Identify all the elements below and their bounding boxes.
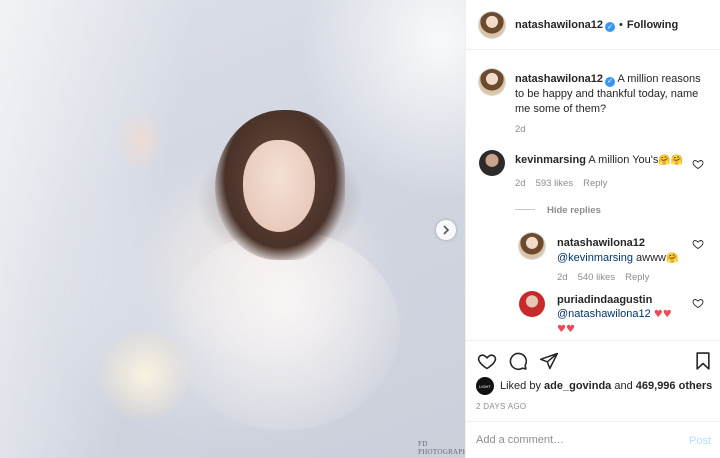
liker-avatar[interactable]: LIGHT — [476, 377, 494, 395]
verified-badge-icon: ✓ — [605, 76, 616, 87]
reply-hearts-second-line: ♥♥ — [557, 324, 575, 335]
reply-mention-link[interactable]: @natashawilona12 — [557, 308, 651, 320]
post-photo[interactable]: FD PHOTOGRAPHY — [0, 0, 465, 458]
author-username[interactable]: natashawilona12 — [515, 19, 603, 31]
header-username-line: natashawilona12 ✓ • Following — [515, 19, 678, 32]
reply-like-heart-icon[interactable] — [692, 238, 704, 250]
post-action-bar — [466, 340, 720, 375]
caption-username[interactable]: natashawilona12 — [515, 73, 603, 85]
bookmark-icon[interactable] — [693, 351, 713, 371]
likes-summary: LIGHT Liked by ade_govinda and 469,996 o… — [476, 376, 712, 396]
reply: natashawilona12 @kevinmarsing awww🤗 — [557, 236, 678, 266]
photo-watermark: FD PHOTOGRAPHY — [418, 440, 465, 456]
comment-username[interactable]: kevinmarsing — [515, 154, 586, 166]
next-photo-button[interactable] — [436, 220, 456, 240]
reply-likes[interactable]: 540 likes — [578, 272, 616, 283]
author-avatar[interactable] — [479, 12, 505, 38]
hide-replies-line — [515, 209, 535, 210]
caption: natashawilona12 ✓ A million reasons to be… — [515, 72, 710, 117]
photo-hand-area — [118, 110, 163, 170]
like-heart-icon[interactable] — [477, 351, 497, 371]
post-header: natashawilona12 ✓ • Following — [466, 0, 720, 50]
reply-mention-link[interactable]: @kevinmarsing — [557, 252, 633, 264]
post-side-panel: natashawilona12 ✓ • Following natashawilona… — [465, 0, 720, 458]
reply-author-avatar[interactable] — [519, 291, 545, 317]
comment-likes[interactable]: 593 likes — [536, 178, 574, 189]
reply-button[interactable]: Reply — [625, 272, 649, 283]
liker-username[interactable]: ade_govinda — [544, 380, 611, 392]
photo-dress-area — [170, 230, 400, 430]
add-comment-input[interactable] — [476, 430, 676, 450]
photo-lens-flare — [100, 330, 190, 420]
reply-text: awww — [636, 252, 666, 264]
photo-light-sheen-top — [300, 0, 465, 200]
reply-meta: 2d 540 likes Reply — [557, 272, 659, 283]
comment-meta: 2d 593 likes Reply — [515, 178, 617, 189]
comment-age: 2d — [515, 178, 526, 189]
reply-emoji: 🤗 — [665, 253, 679, 264]
reply-username[interactable]: natashawilona12 — [557, 237, 645, 249]
likes-middle: and — [614, 380, 633, 392]
comment-emoji: 🤗🤗 — [658, 155, 684, 166]
post-time-ago[interactable]: 2 DAYS AGO — [476, 402, 526, 411]
comment: kevinmarsing A million You's🤗🤗 — [515, 154, 683, 166]
reply-like-heart-icon[interactable] — [692, 297, 704, 309]
likes-others-count[interactable]: 469,996 others — [636, 380, 712, 392]
reply-username[interactable]: puriadindaagustin — [557, 294, 652, 306]
caption-author-avatar[interactable] — [479, 69, 505, 95]
share-paper-plane-icon[interactable] — [539, 351, 559, 371]
caption-meta: 2d — [515, 124, 536, 135]
separator-dot: • — [619, 19, 623, 31]
hide-replies-button[interactable]: Hide replies — [515, 205, 601, 216]
comment-like-heart-icon[interactable] — [692, 158, 704, 170]
reply-hearts: ♥♥ — [653, 309, 672, 320]
comment-bubble-icon[interactable] — [508, 351, 528, 371]
hide-replies-label: Hide replies — [547, 205, 601, 216]
reply: puriadindaagustin @natashawilona12 ♥♥ ♥♥ — [557, 293, 672, 337]
reply-button[interactable]: Reply — [583, 178, 607, 189]
caption-age: 2d — [515, 124, 526, 135]
reply-author-avatar[interactable] — [519, 233, 545, 259]
verified-badge-icon: ✓ — [605, 22, 616, 32]
post-comment-button[interactable]: Post — [689, 435, 711, 447]
add-comment-bar: Post — [466, 421, 720, 458]
comment-text: A million You's — [588, 154, 659, 166]
following-button[interactable]: Following — [627, 19, 678, 31]
reply-age: 2d — [557, 272, 568, 283]
likes-prefix: Liked by — [500, 380, 541, 392]
chevron-right-icon — [443, 225, 450, 235]
comments-list[interactable]: natashawilona12 ✓ A million reasons to be… — [466, 50, 720, 340]
commenter-avatar[interactable] — [479, 150, 505, 176]
